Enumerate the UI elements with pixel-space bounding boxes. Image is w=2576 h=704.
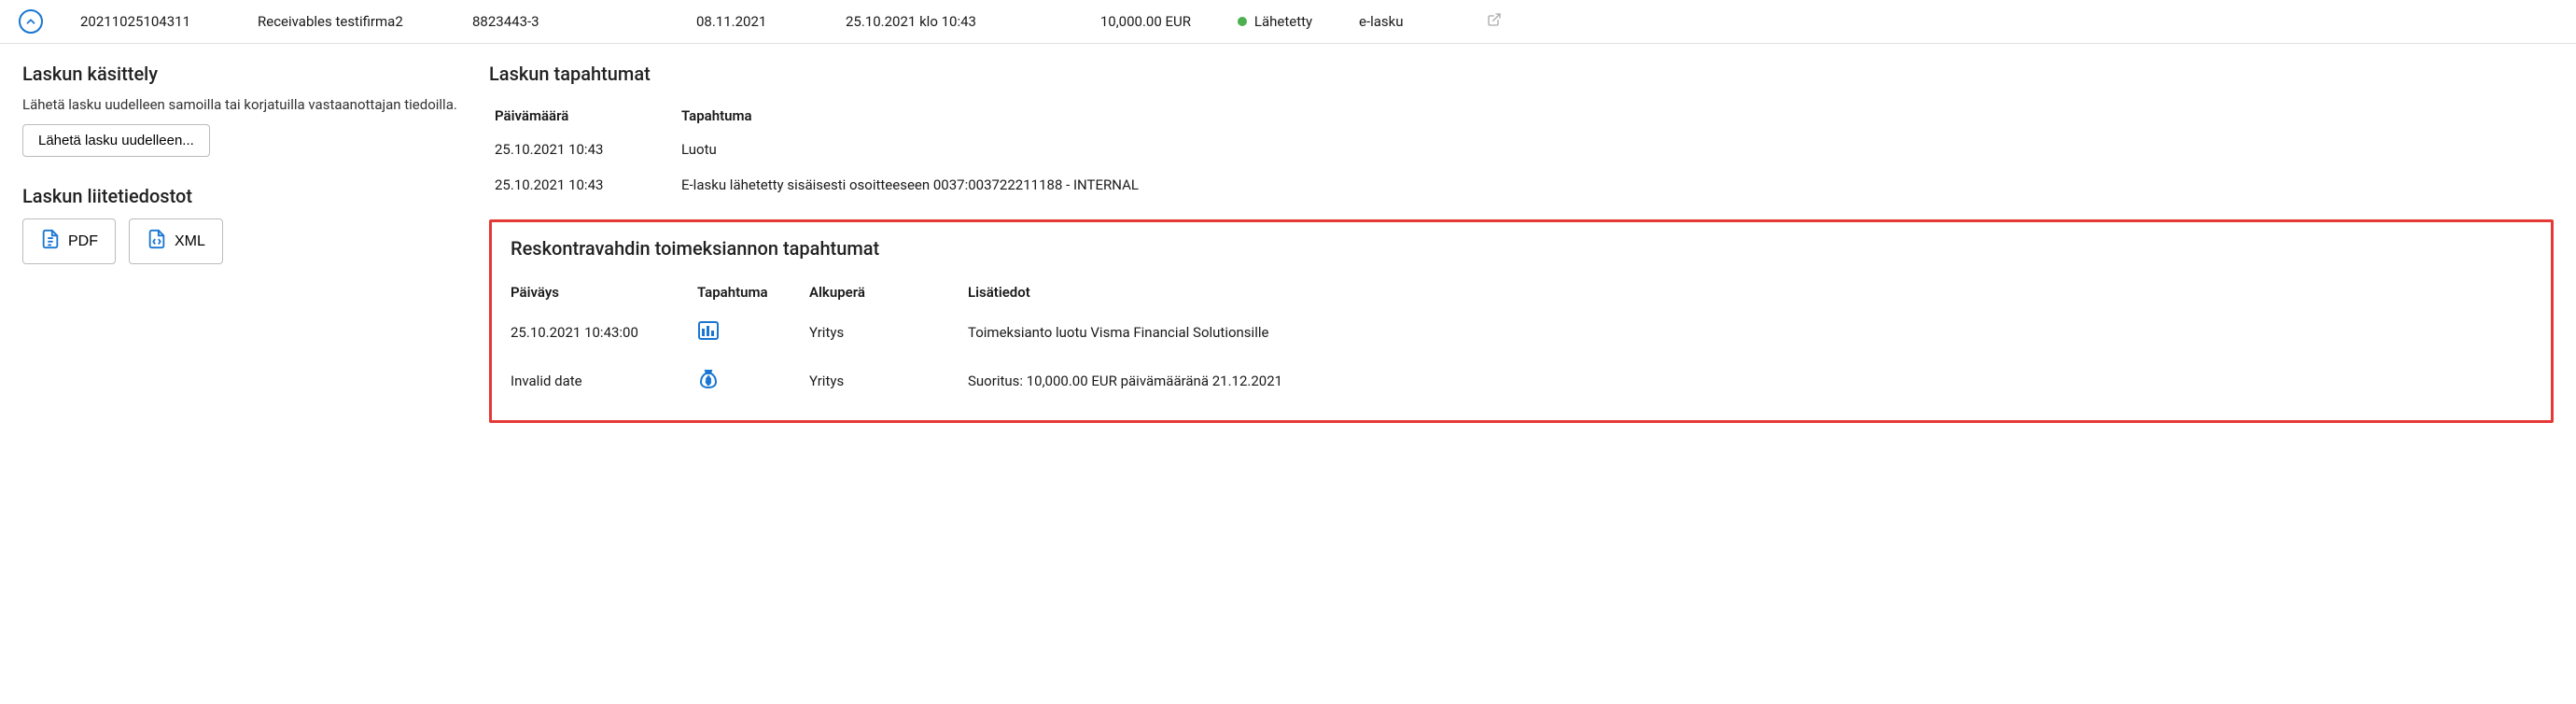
reskontra-title: Reskontravahdin toimeksiannon tapahtumat bbox=[511, 237, 2532, 260]
status-text: Lähetetty bbox=[1254, 13, 1312, 30]
reskontra-header: Päiväys Tapahtuma Alkuperä Lisätiedot bbox=[511, 276, 2532, 308]
res-info: Suoritus: 10,000.00 EUR päivämääränä 21.… bbox=[968, 373, 2532, 389]
reskontra-box: Reskontravahdin toimeksiannon tapahtumat… bbox=[489, 219, 2554, 423]
reskontra-row: 25.10.2021 10:43:00 Yritys Toimeksianto … bbox=[511, 308, 2532, 357]
event-date: 25.10.2021 10:43 bbox=[495, 176, 681, 193]
res-head-event: Tapahtuma bbox=[697, 284, 809, 301]
res-info: Toimeksianto luotu Visma Financial Solut… bbox=[968, 324, 2532, 341]
xml-label: XML bbox=[175, 233, 205, 250]
processing-title: Laskun käsittely bbox=[22, 63, 470, 85]
res-head-info: Lisätiedot bbox=[968, 284, 2532, 301]
invoice-type: e-lasku bbox=[1350, 13, 1462, 30]
business-id: 8823443-3 bbox=[463, 13, 678, 30]
res-origin: Yritys bbox=[809, 324, 968, 341]
pdf-file-icon bbox=[40, 229, 61, 254]
pdf-label: PDF bbox=[68, 233, 98, 250]
res-head-origin: Alkuperä bbox=[809, 284, 968, 301]
customer-name: Receivables testifirma2 bbox=[248, 13, 454, 30]
res-date: Invalid date bbox=[511, 373, 697, 389]
event-row: 25.10.2021 10:43 E-lasku lähetetty sisäi… bbox=[489, 167, 2554, 203]
event-row: 25.10.2021 10:43 Luotu bbox=[489, 132, 2554, 167]
events-header: Päivämäärä Tapahtuma bbox=[489, 100, 2554, 132]
res-event-icon bbox=[697, 319, 809, 345]
detail-panel: Laskun käsittely Lähetä lasku uudelleen … bbox=[0, 44, 2576, 442]
xml-button[interactable]: XML bbox=[129, 218, 223, 264]
xml-file-icon bbox=[147, 229, 167, 254]
events-head-event: Tapahtuma bbox=[681, 107, 2548, 124]
processing-desc: Lähetä lasku uudelleen samoilla tai korj… bbox=[22, 96, 470, 113]
events-table: Päivämäärä Tapahtuma 25.10.2021 10:43 Lu… bbox=[489, 100, 2554, 203]
due-date: 08.11.2021 bbox=[687, 13, 827, 30]
event-text: Luotu bbox=[681, 141, 2548, 158]
res-head-date: Päiväys bbox=[511, 284, 697, 301]
external-link-icon bbox=[1487, 14, 1502, 31]
attachments-section: Laskun liitetiedostot PDF XML bbox=[22, 185, 470, 264]
right-column: Laskun tapahtumat Päivämäärä Tapahtuma 2… bbox=[489, 63, 2554, 423]
status-cell: Lähetetty bbox=[1210, 13, 1340, 30]
invoice-id: 20211025104311 bbox=[71, 13, 239, 30]
res-date: 25.10.2021 10:43:00 bbox=[511, 324, 697, 341]
collapse-button[interactable] bbox=[19, 9, 43, 34]
report-icon bbox=[697, 329, 720, 345]
resend-button[interactable]: Lähetä lasku uudelleen... bbox=[22, 124, 210, 157]
event-text: E-lasku lähetetty sisäisesti osoitteesee… bbox=[681, 176, 2548, 193]
events-head-date: Päivämäärä bbox=[495, 107, 681, 124]
res-origin: Yritys bbox=[809, 373, 968, 389]
pdf-button[interactable]: PDF bbox=[22, 218, 116, 264]
amount: 10,000.00 EUR bbox=[1060, 13, 1200, 30]
moneybag-icon: $ bbox=[697, 377, 720, 394]
status-dot-icon bbox=[1238, 17, 1247, 26]
svg-text:$: $ bbox=[706, 376, 710, 387]
events-title: Laskun tapahtumat bbox=[489, 63, 2554, 85]
attachments-title: Laskun liitetiedostot bbox=[22, 185, 470, 207]
event-date: 25.10.2021 10:43 bbox=[495, 141, 681, 158]
res-event-icon: $ bbox=[697, 368, 809, 394]
external-link-cell[interactable] bbox=[1471, 12, 1518, 31]
reskontra-row: Invalid date $ Yritys Suoritus: 10,000.0… bbox=[511, 357, 2532, 405]
created-date: 25.10.2021 klo 10:43 bbox=[836, 13, 1051, 30]
invoice-row[interactable]: 20211025104311 Receivables testifirma2 8… bbox=[0, 0, 2576, 44]
left-column: Laskun käsittely Lähetä lasku uudelleen … bbox=[22, 63, 470, 423]
